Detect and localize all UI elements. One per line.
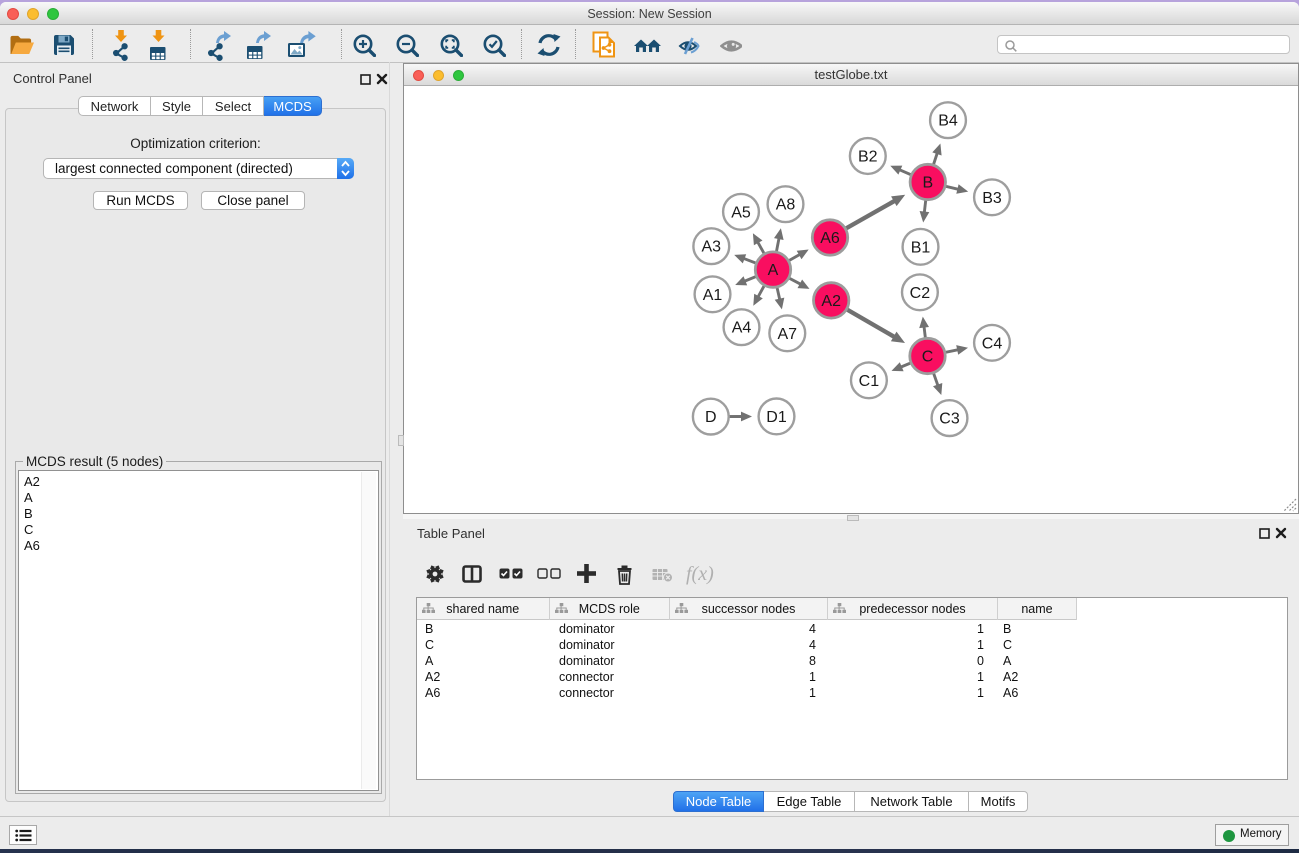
svg-text:C2: C2 [910, 285, 931, 302]
svg-text:B3: B3 [982, 190, 1002, 207]
svg-text:D1: D1 [766, 409, 787, 426]
svg-text:C3: C3 [939, 411, 960, 428]
svg-text:B4: B4 [938, 113, 958, 130]
svg-text:C: C [922, 349, 934, 366]
svg-text:A3: A3 [702, 239, 722, 256]
svg-text:A8: A8 [776, 197, 796, 214]
svg-text:A4: A4 [732, 320, 752, 337]
svg-text:A5: A5 [731, 204, 751, 221]
svg-text:B: B [922, 175, 933, 192]
svg-text:B2: B2 [858, 149, 878, 166]
svg-text:C1: C1 [859, 373, 880, 390]
svg-text:B1: B1 [911, 239, 931, 256]
svg-text:A2: A2 [821, 293, 841, 310]
svg-text:C4: C4 [982, 335, 1003, 352]
svg-text:D: D [705, 409, 717, 426]
svg-text:A7: A7 [778, 326, 798, 343]
svg-text:A1: A1 [703, 287, 723, 304]
svg-text:A: A [768, 262, 779, 279]
svg-text:A6: A6 [820, 230, 840, 247]
